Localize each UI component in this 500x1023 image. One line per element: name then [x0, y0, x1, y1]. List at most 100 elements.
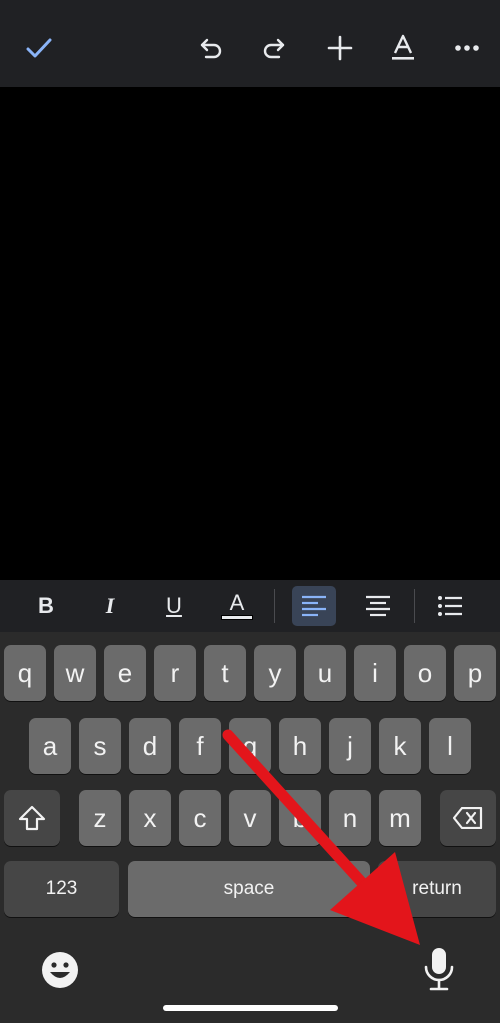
key-label: g — [242, 730, 258, 761]
key-label: x — [143, 802, 157, 833]
done-button[interactable] — [19, 28, 59, 68]
key-label: t — [221, 657, 229, 688]
numbers-key[interactable]: 123 — [4, 861, 119, 917]
on-screen-keyboard: q w e r t y u i o p a s d f g h j k l z x c v b nm 123 space r… — [0, 632, 500, 1023]
redo-button[interactable] — [254, 28, 294, 68]
return-key[interactable]: return — [378, 861, 496, 917]
bold-label: B — [38, 593, 54, 618]
key-label: a — [42, 730, 58, 761]
key-label: w — [65, 657, 85, 688]
italic-label: I — [105, 593, 115, 618]
key-label: k — [393, 730, 407, 761]
key-label: e — [117, 657, 133, 688]
key-a[interactable]: a — [29, 718, 71, 774]
key-label: s — [93, 730, 107, 761]
align-left-icon — [302, 595, 326, 617]
key-k[interactable]: k — [379, 718, 421, 774]
key-label: n — [342, 802, 358, 833]
key-label: p — [467, 657, 483, 688]
key-b[interactable]: b — [279, 790, 321, 846]
redo-icon — [263, 38, 285, 59]
document-canvas[interactable] — [0, 87, 500, 580]
text-format-button[interactable] — [383, 28, 423, 68]
format-divider-2 — [414, 589, 415, 623]
align-left-button[interactable] — [292, 586, 336, 626]
key-label: c — [193, 802, 207, 833]
key-label: u — [317, 657, 333, 688]
key-e[interactable]: e — [104, 645, 146, 701]
align-center-button[interactable] — [356, 586, 400, 626]
space-key-label: space — [223, 878, 275, 899]
key-f[interactable]: f — [179, 718, 221, 774]
bulleted-list-button[interactable] — [428, 586, 472, 626]
key-label: i — [372, 657, 378, 688]
align-center-icon — [366, 595, 390, 617]
key-label: z — [93, 802, 107, 833]
text-color-button[interactable]: A — [215, 586, 259, 626]
bold-button[interactable]: B — [24, 586, 68, 626]
plus-icon — [327, 35, 353, 61]
key-r[interactable]: r — [154, 645, 196, 701]
emoji-button[interactable] — [40, 950, 80, 990]
underline-button[interactable]: U — [152, 586, 196, 626]
key-i[interactable]: i — [354, 645, 396, 701]
key-label: f — [196, 730, 204, 761]
key-x[interactable]: x — [129, 790, 171, 846]
key-label: m — [389, 802, 411, 833]
backspace-key[interactable] — [440, 790, 496, 846]
home-indicator[interactable] — [163, 1005, 338, 1011]
return-key-label: return — [412, 878, 462, 899]
key-v[interactable]: v — [229, 790, 271, 846]
key-l[interactable]: l — [429, 718, 471, 774]
format-toolbar: B I U A — [0, 580, 500, 632]
more-horizontal-icon — [455, 45, 479, 51]
backspace-icon — [453, 807, 483, 829]
numbers-key-label: 123 — [45, 878, 78, 899]
key-n[interactable]: n — [329, 790, 371, 846]
shift-key[interactable] — [4, 790, 60, 846]
key-s[interactable]: s — [79, 718, 121, 774]
key-o[interactable]: o — [404, 645, 446, 701]
key-h[interactable]: h — [279, 718, 321, 774]
shift-icon — [18, 805, 46, 831]
undo-button[interactable] — [191, 28, 231, 68]
key-label: v — [243, 802, 257, 833]
key-d[interactable]: d — [129, 718, 171, 774]
text-color-label: A — [229, 589, 245, 615]
key-g[interactable]: g — [229, 718, 271, 774]
key-label: o — [417, 657, 433, 688]
key-u[interactable]: u — [304, 645, 346, 701]
key-c[interactable]: c — [179, 790, 221, 846]
key-q[interactable]: q — [4, 645, 46, 701]
key-p[interactable]: p — [454, 645, 496, 701]
key-label: b — [292, 802, 308, 833]
microphone-icon — [424, 948, 454, 991]
key-y[interactable]: y — [254, 645, 296, 701]
top-toolbar — [0, 0, 500, 87]
key-m[interactable]: m — [379, 790, 421, 846]
text-color-swatch — [221, 614, 253, 620]
key-label: h — [292, 730, 308, 761]
insert-button[interactable] — [320, 28, 360, 68]
key-label: j — [347, 730, 353, 761]
check-icon — [26, 38, 52, 58]
undo-icon — [200, 38, 222, 59]
italic-button[interactable]: I — [88, 586, 132, 626]
key-j[interactable]: j — [329, 718, 371, 774]
key-z[interactable]: z — [79, 790, 121, 846]
key-label: d — [142, 730, 158, 761]
format-divider — [274, 589, 275, 623]
key-t[interactable]: t — [204, 645, 246, 701]
space-key[interactable]: space — [128, 861, 370, 917]
key-label: l — [447, 730, 453, 761]
underline-label: U — [166, 593, 182, 618]
more-options-button[interactable] — [447, 28, 487, 68]
key-label: q — [17, 657, 33, 688]
key-label: y — [268, 657, 282, 688]
bulleted-list-icon — [438, 596, 462, 616]
key-w[interactable]: w — [54, 645, 96, 701]
dictation-button[interactable] — [422, 946, 456, 992]
emoji-icon — [42, 952, 78, 988]
key-label: r — [170, 657, 180, 688]
text-format-icon — [392, 34, 414, 60]
